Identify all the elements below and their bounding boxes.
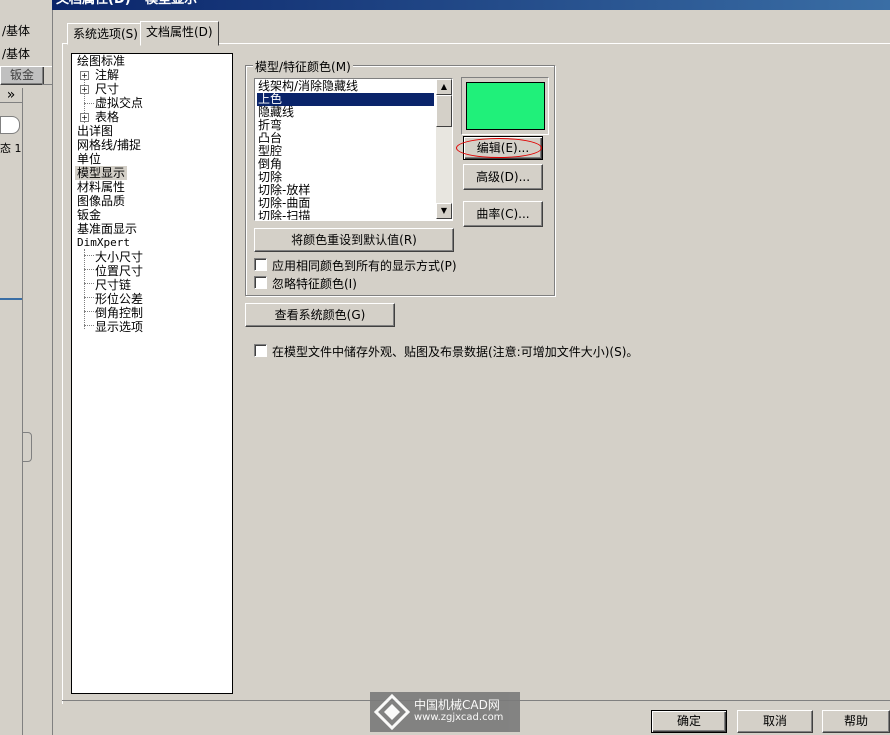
dialog-title-bar: 文档属性(D) - 模型显示 [52, 0, 890, 10]
list-scrollbar[interactable]: ▲ ▼ [436, 79, 452, 219]
left-side-pane: /基体 /基体 钣金 » 态 1 [0, 0, 53, 735]
left-pane-item[interactable]: /基体 [2, 22, 30, 39]
watermark-logo-icon [373, 693, 411, 731]
left-pane-input[interactable] [0, 116, 20, 134]
store-appearance-label: 在模型文件中储存外观、贴图及布景数据(注意:可增加文件大小)(S)。 [272, 345, 639, 359]
tree-item-chain-dimension[interactable]: 尺寸链 [95, 278, 131, 292]
left-pane-tab[interactable]: 钣金 [0, 66, 44, 85]
expand-chevron-icon[interactable]: » [0, 88, 22, 103]
color-swatch [466, 82, 545, 130]
expand-plus-icon[interactable]: + [80, 71, 89, 80]
tree-item-drafting-standard[interactable]: 绘图标准 [77, 54, 125, 68]
apply-same-color-label: 应用相同颜色到所有的显示方式(P) [272, 259, 457, 273]
left-pane-status: 态 1 [0, 142, 22, 155]
tree-item-units[interactable]: 单位 [77, 152, 101, 166]
tree-item-grid-snap[interactable]: 网格线/捕捉 [77, 138, 141, 152]
tree-item-virtual-sharps[interactable]: 虚拟交点 [95, 96, 143, 110]
watermark-text: 中国机械CAD网 [414, 698, 500, 712]
tree-item-model-display[interactable]: 模型显示 [75, 166, 128, 180]
advanced-button[interactable]: 高级(D)... [463, 164, 543, 190]
watermark: 中国机械CAD网 www.zgjxcad.com [370, 692, 520, 732]
left-pane-tab-strip [42, 66, 52, 85]
tree-item-dimensions[interactable]: 尺寸 [95, 82, 119, 96]
color-item-list[interactable]: 线架构/消除隐藏线 上色 隐藏线 折弯 凸台 型腔 倒角 切除 切除-放样 切除… [254, 78, 453, 221]
reset-colors-button[interactable]: 将颜色重设到默认值(R) [254, 228, 454, 252]
scroll-thumb[interactable] [436, 95, 452, 127]
watermark-url: www.zgjxcad.com [414, 712, 504, 723]
tab-system-options[interactable]: 系统选项(S) [67, 23, 144, 45]
tree-item-display-options[interactable]: 显示选项 [95, 320, 143, 334]
tree-item-size-dimension[interactable]: 大小尺寸 [95, 250, 143, 264]
model-colors-group-label: 模型/特征颜色(M) [253, 58, 353, 75]
scroll-down-arrow-icon[interactable]: ▼ [436, 203, 452, 219]
ok-button[interactable]: 确定 [651, 710, 727, 733]
list-item[interactable]: 切除-扫描 [258, 210, 310, 221]
tree-item-material-properties[interactable]: 材料属性 [77, 180, 125, 194]
tree-item-tables[interactable]: 表格 [95, 110, 119, 124]
tree-item-sheet-metal[interactable]: 钣金 [77, 208, 101, 222]
scroll-up-arrow-icon[interactable]: ▲ [436, 79, 452, 95]
store-appearance-checkbox[interactable] [254, 344, 267, 357]
highlight-ellipse [456, 138, 542, 158]
cancel-button[interactable]: 取消 [737, 710, 813, 733]
property-tree[interactable]: 绘图标准 + 注解 + 尺寸 虚拟交点 + 表格 出详图 网格线/捕捉 单位 模… [71, 53, 233, 694]
tree-item-plane-display[interactable]: 基准面显示 [77, 222, 137, 236]
view-system-colors-button[interactable]: 查看系统颜色(G) [245, 303, 395, 327]
tree-item-geometric-tolerance[interactable]: 形位公差 [95, 292, 143, 306]
left-pane-item[interactable]: /基体 [2, 45, 30, 62]
tree-item-image-quality[interactable]: 图像品质 [77, 194, 125, 208]
left-pane-divider [0, 298, 22, 300]
tree-item-chamfer-controls[interactable]: 倒角控制 [95, 306, 143, 320]
left-pane-splitter [22, 88, 23, 735]
tree-item-dimxpert[interactable]: DimXpert [77, 236, 130, 250]
curvature-button[interactable]: 曲率(C)... [463, 201, 543, 227]
dialog-title: 文档属性(D) - 模型显示 [56, 0, 197, 8]
tab-document-properties[interactable]: 文档属性(D) [140, 21, 219, 46]
tree-item-annotations[interactable]: 注解 [95, 68, 119, 82]
collapse-handle[interactable] [22, 432, 32, 462]
help-button[interactable]: 帮助 [822, 710, 890, 733]
tree-item-location-dimension[interactable]: 位置尺寸 [95, 264, 143, 278]
expand-plus-icon[interactable]: + [80, 113, 89, 122]
ignore-feature-color-label: 忽略特征颜色(I) [272, 277, 357, 291]
ignore-feature-color-checkbox[interactable] [254, 276, 267, 289]
expand-plus-icon[interactable]: + [80, 85, 89, 94]
tree-item-detailing[interactable]: 出详图 [77, 124, 113, 138]
apply-same-color-checkbox[interactable] [254, 258, 267, 271]
